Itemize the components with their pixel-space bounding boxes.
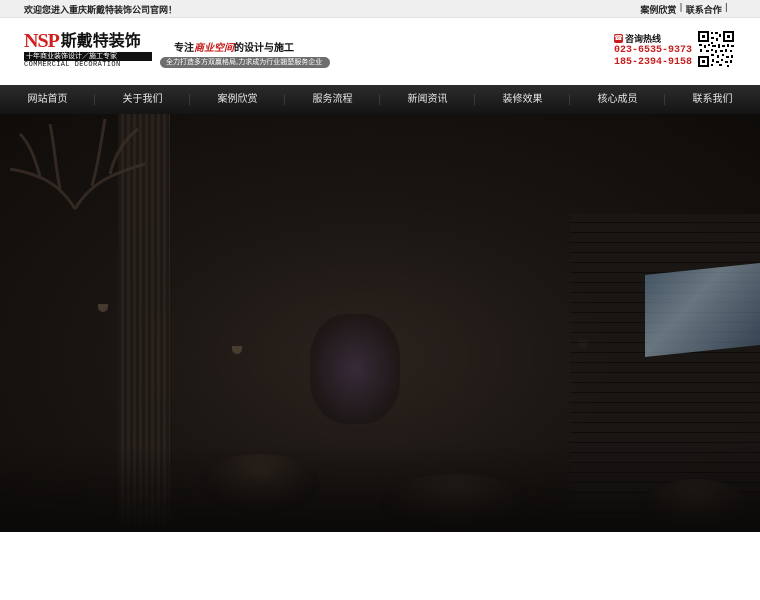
nav-item-cases[interactable]: 案例欣赏 [190,85,285,114]
nav-item-effects[interactable]: 装修效果 [475,85,570,114]
top-link-separator: | [724,3,728,13]
slogan-prefix: 专注 [174,43,194,54]
banner-wall-screen [645,262,760,358]
nav-item-news[interactable]: 新闻资讯 [380,85,475,114]
site-header: NSP 斯戴特装饰 十年商业装饰设计／施工专家 COMMERCIAL DECOR… [0,19,760,85]
hotline-number-2: 185-2394-9158 [614,57,693,68]
nav-item-about[interactable]: 关于我们 [95,85,190,114]
wall-lamp [98,304,108,312]
nav-item-contact[interactable]: 联系我们 [665,85,760,114]
logo-tagline: 十年商业装饰设计／施工专家 [24,52,152,61]
qr-code-icon [697,30,735,68]
antler-chandelier-graphic [9,118,146,210]
slogan-highlight: 商业空间 [194,43,234,54]
top-utility-bar: 欢迎您进入重庆斯戴特装饰公司官网！ 案例欣赏 | 联系合作 | [0,0,760,18]
hotline-label: 咨询热线 [625,35,662,45]
header-slogan: 专注商业空间的设计与施工 全力打造多方双赢格局,力求成为行业翘楚服务企业 [160,39,330,68]
banner-floor-shade [0,444,760,532]
phone-icon: ☎ [614,34,623,43]
nav-item-process[interactable]: 服务流程 [285,85,380,114]
top-links: 案例欣赏 | 联系合作 | [640,3,728,16]
logo-sub-en: COMMERCIAL DECORATION [24,61,121,69]
banner-wall-art [310,314,400,424]
site-logo[interactable]: NSP 斯戴特装饰 十年商业装饰设计／施工专家 COMMERCIAL DECOR… [24,30,152,69]
logo-brand-cn: 斯戴特装饰 [60,31,141,50]
hotline-number-1: 023-6535-9373 [614,45,693,56]
nav-item-team[interactable]: 核心成员 [570,85,665,114]
slogan-suffix: 的设计与施工 [234,43,294,54]
welcome-text: 欢迎您进入重庆斯戴特装饰公司官网！ [24,6,178,16]
logo-brand-en: NSP [24,30,60,52]
top-link-contact[interactable]: 联系合作 [686,3,722,16]
slogan-main: 专注商业空间的设计与施工 [160,39,330,54]
wall-lamp [232,346,242,354]
nav-item-home[interactable]: 网站首页 [0,85,95,114]
top-link-cases[interactable]: 案例欣赏 [640,3,676,16]
hotline-label-row: ☎ 咨询热线 [614,32,692,45]
hotline-block: ☎ 咨询热线 023-6535-9373 185-2394-9158 [614,32,692,69]
hero-banner-image[interactable] [0,114,760,532]
top-link-separator: | [679,3,683,13]
slogan-sub: 全力打造多方双赢格局,力求成为行业翘楚服务企业 [160,57,330,68]
main-nav: 网站首页 关于我们 案例欣赏 服务流程 新闻资讯 装修效果 核心成员 联系我们 [0,85,760,114]
